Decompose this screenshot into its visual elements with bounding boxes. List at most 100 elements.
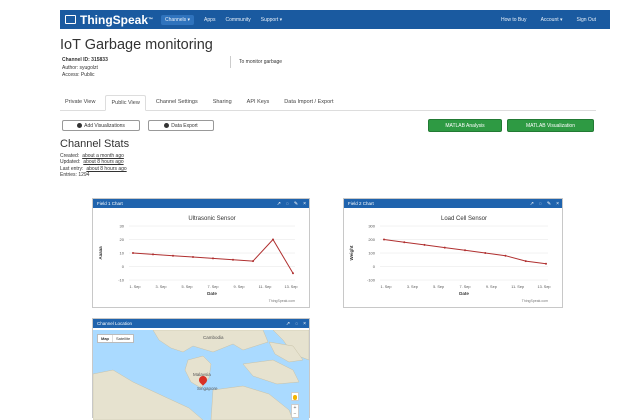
nav-how-to-buy[interactable]: How to Buy [501, 17, 527, 23]
y-tick-label: 300 [368, 224, 375, 229]
y-tick-label: -10 [118, 278, 125, 283]
data-point [423, 243, 426, 246]
external-link-icon[interactable]: ↗ [286, 321, 290, 327]
channel-stats-title: Channel Stats [60, 138, 130, 150]
field2-chart-panel: Field 2 Chart ↗ ◌ ✎ × Load Cell Sensor 30… [343, 198, 563, 308]
y-tick-label: 0 [122, 264, 125, 269]
data-export-button[interactable]: Data Export [148, 120, 214, 131]
field1-chart-panel: Field 1 Chart ↗ ◌ ✎ × Ultrasonic Sensor 3… [92, 198, 310, 308]
series-line [383, 239, 547, 265]
close-icon[interactable]: × [303, 321, 306, 327]
nav-account[interactable]: Account ▾ [541, 17, 563, 23]
field1-chart: Ultrasonic Sensor 30 20 10 0 -10 Aaaaa 1. Sep 3.… [98, 216, 298, 303]
y-tick-label: 10 [120, 251, 125, 256]
data-point [464, 249, 466, 252]
author-value: syugolzt [79, 64, 98, 71]
nav-support[interactable]: Support ▾ [261, 17, 282, 23]
entries-label: Entries: [60, 172, 77, 179]
field2-chart-title: Field 2 Chart [348, 201, 374, 206]
close-icon[interactable]: × [303, 201, 306, 207]
x-tick-label: 11. Sep [511, 285, 524, 289]
comment-icon[interactable]: ◌ [295, 321, 298, 327]
chart-credit: ThingSpeak.com [269, 299, 295, 303]
data-point [212, 257, 214, 260]
data-point [232, 258, 234, 261]
channel-location-header: Channel Location ↗ ◌ × [93, 319, 309, 328]
zoom-control[interactable]: + − [291, 404, 299, 418]
updated-value: about 8 hours ago [83, 159, 124, 166]
chart-title: Load Cell Sensor [441, 216, 487, 222]
data-export-label: Data Export [171, 122, 198, 129]
nav-community[interactable]: Community [225, 17, 250, 23]
x-tick-label: 1. Sep [381, 285, 392, 289]
x-tick-label: 7. Sep [460, 285, 471, 289]
data-point [524, 260, 527, 263]
matlab-analysis-button[interactable]: MATLAB Analysis [428, 119, 502, 132]
plus-icon [77, 123, 83, 128]
pegman-icon[interactable] [291, 392, 299, 401]
data-point [443, 246, 446, 249]
nav-sign-out[interactable]: Sign Out [577, 17, 596, 23]
nav-apps[interactable]: Apps [204, 17, 215, 23]
tab-api-keys[interactable]: API Keys [242, 95, 275, 110]
tab-data-import-export[interactable]: Data Import / Export [279, 95, 338, 110]
divider [230, 56, 231, 68]
close-icon[interactable]: × [556, 201, 559, 207]
created-label: Created: [60, 153, 80, 159]
map-type-control: Map Satellite [97, 334, 135, 343]
field1-chart-title: Field 1 Chart [97, 201, 123, 206]
external-link-icon[interactable]: ↗ [530, 201, 534, 207]
map-label-cambodia: Cambodia [203, 335, 224, 340]
channel-description: To monitor garbage [239, 59, 283, 65]
x-tick-label: 9. Sep [234, 285, 245, 289]
map-type-map-button[interactable]: Map [98, 335, 113, 342]
panel-actions: ↗ ◌ ✎ × [525, 199, 559, 208]
thingspeak-logo[interactable]: ThingSpeak ™ [65, 13, 153, 27]
channel-location-title: Channel Location [97, 321, 133, 326]
tab-public-view[interactable]: Public View [105, 95, 146, 111]
data-point [252, 260, 254, 263]
tab-channel-settings[interactable]: Channel Settings [151, 95, 203, 110]
map-label-singapore: Singapore [197, 386, 218, 391]
tab-private-view[interactable]: Private View [60, 95, 100, 110]
chart-title: Ultrasonic Sensor [188, 216, 235, 222]
data-point [152, 253, 154, 256]
channel-tabs: Private View Public View Channel Setting… [60, 95, 596, 111]
x-tick-label: 7. Sep [208, 285, 219, 289]
data-point [403, 241, 406, 244]
channel-stats: Created: about a month ago Updated: about … [60, 153, 127, 179]
tab-sharing[interactable]: Sharing [208, 95, 237, 110]
download-icon [164, 123, 170, 128]
edit-icon[interactable]: ✎ [547, 201, 551, 207]
access-value: Public [80, 72, 95, 78]
data-point [383, 238, 385, 241]
x-tick-label: 9. Sep [486, 285, 497, 289]
nav-channels[interactable]: Channels ▾ [161, 14, 195, 25]
location-map[interactable]: Map Satellite Cambodia Malaysia Singapor… [93, 330, 309, 420]
x-tick-label: 3. Sep [156, 285, 167, 289]
channel-meta: Channel ID: 315833 Author: syugolzt Acce… [62, 57, 108, 80]
comment-icon[interactable]: ◌ [539, 201, 542, 207]
entries-value: 1294 [78, 172, 90, 179]
edit-icon[interactable]: ✎ [294, 201, 298, 207]
comment-icon[interactable]: ◌ [286, 201, 289, 207]
field2-chart-header: Field 2 Chart ↗ ◌ ✎ × [344, 199, 562, 208]
last-entry-label: Last entry: [60, 165, 84, 172]
x-tick-label: 3. Sep [407, 285, 418, 289]
add-visualizations-button[interactable]: Add Visualizations [62, 120, 140, 131]
add-visualizations-label: Add Visualizations [84, 122, 125, 129]
matlab-visualization-button[interactable]: MATLAB Visualization [507, 119, 594, 132]
y-axis-label: Weight [349, 245, 354, 260]
top-navbar: ThingSpeak ™ Channels ▾ Apps Community Su… [60, 10, 610, 29]
y-tick-label: 100 [368, 251, 375, 256]
chart-credit: ThingSpeak.com [522, 299, 548, 303]
y-axis-label: Aaaaa [98, 246, 103, 260]
y-tick-label: 30 [120, 224, 125, 229]
last-entry-value: about 8 hours ago [86, 165, 127, 172]
series-line [132, 238, 294, 274]
field2-chart: Load Cell Sensor 300 200 100 0 -100 Weight 1. S… [349, 216, 551, 303]
external-link-icon[interactable]: ↗ [277, 201, 281, 207]
data-point [172, 254, 174, 257]
map-type-satellite-button[interactable]: Satellite [113, 335, 133, 342]
y-tick-label: 20 [120, 237, 125, 242]
